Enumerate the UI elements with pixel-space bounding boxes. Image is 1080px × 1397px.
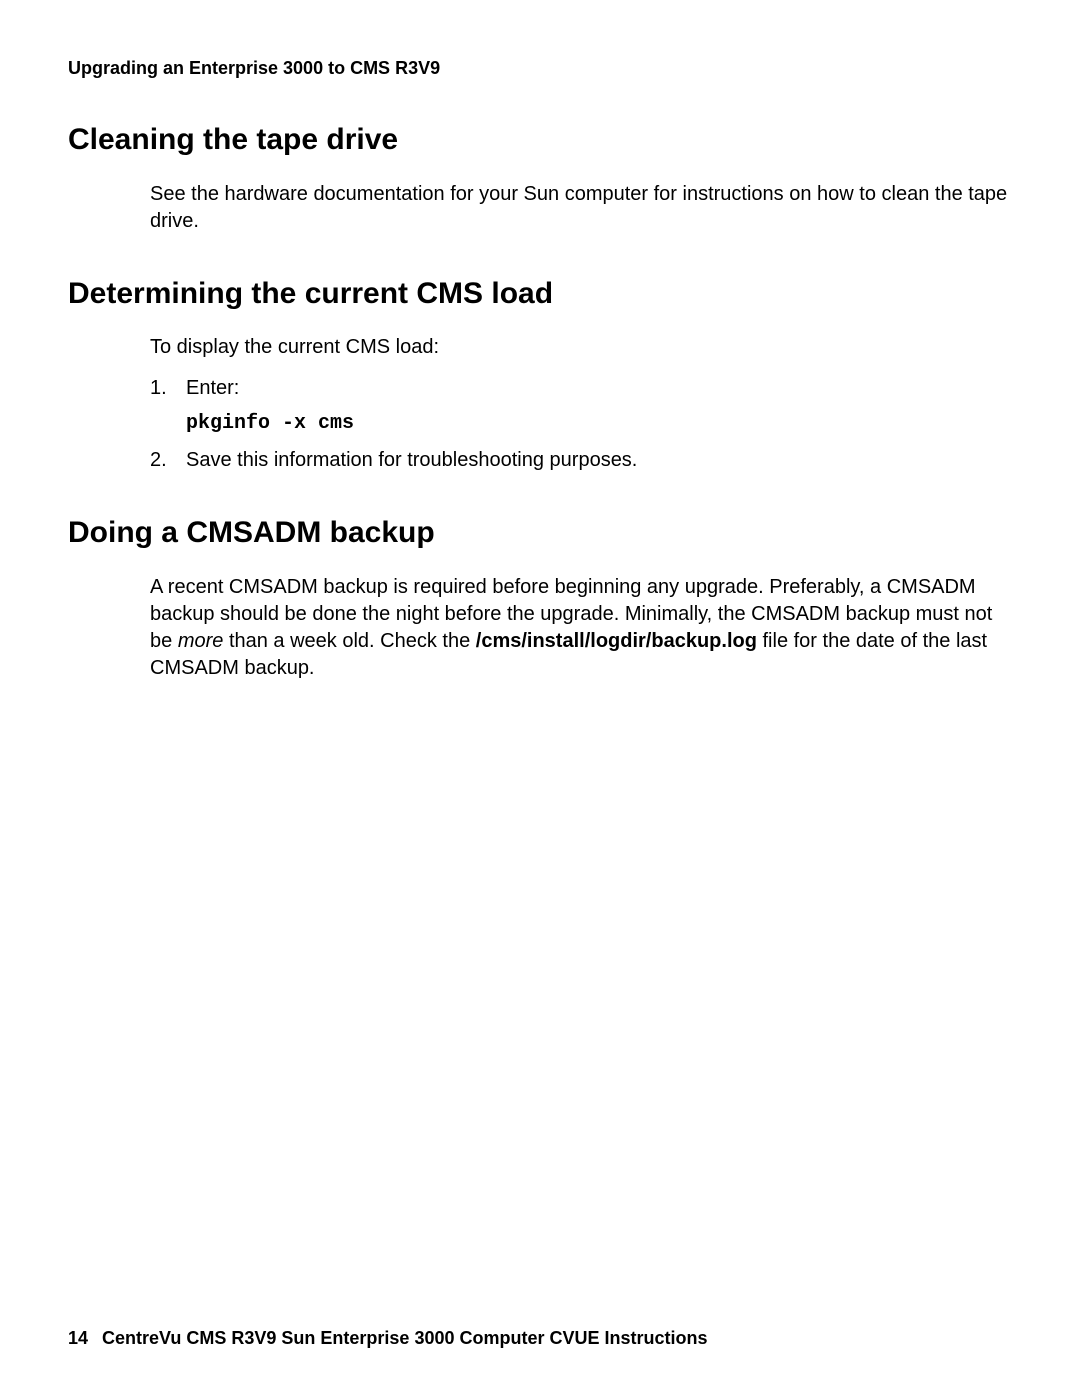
list-item: 1. Enter:	[150, 375, 1012, 402]
heading-determining-cms-load: Determining the current CMS load	[68, 275, 1012, 313]
ordered-list: 1. Enter:	[150, 375, 1012, 402]
heading-cmsadm-backup: Doing a CMSADM backup	[68, 514, 1012, 552]
text-run: than a week old. Check the	[223, 630, 475, 652]
text-italic: more	[178, 630, 224, 652]
page-number: 14	[68, 1328, 88, 1348]
list-text: Save this information for troubleshootin…	[186, 449, 637, 471]
body-determining: To display the current CMS load: 1. Ente…	[150, 334, 1012, 474]
paragraph-intro: To display the current CMS load:	[150, 334, 1012, 361]
ordered-list: 2. Save this information for troubleshoo…	[150, 447, 1012, 474]
text-bold-filepath: /cms/install/logdir/backup.log	[476, 630, 757, 652]
footer-title: CentreVu CMS R3V9 Sun Enterprise 3000 Co…	[102, 1328, 707, 1348]
list-text: Enter:	[186, 377, 239, 399]
page-footer: 14 CentreVu CMS R3V9 Sun Enterprise 3000 …	[68, 1328, 708, 1349]
list-number: 2.	[150, 447, 167, 474]
body-backup: A recent CMSADM backup is required befor…	[150, 574, 1012, 682]
running-header: Upgrading an Enterprise 3000 to CMS R3V9	[68, 58, 1012, 79]
body-cleaning: See the hardware documentation for your …	[150, 181, 1012, 235]
paragraph: See the hardware documentation for your …	[150, 181, 1012, 235]
list-item: 2. Save this information for troubleshoo…	[150, 447, 1012, 474]
paragraph: A recent CMSADM backup is required befor…	[150, 574, 1012, 682]
code-command: pkginfo -x cms	[186, 410, 1012, 437]
page: Upgrading an Enterprise 3000 to CMS R3V9…	[0, 0, 1080, 1397]
heading-cleaning-tape-drive: Cleaning the tape drive	[68, 121, 1012, 159]
list-number: 1.	[150, 375, 167, 402]
